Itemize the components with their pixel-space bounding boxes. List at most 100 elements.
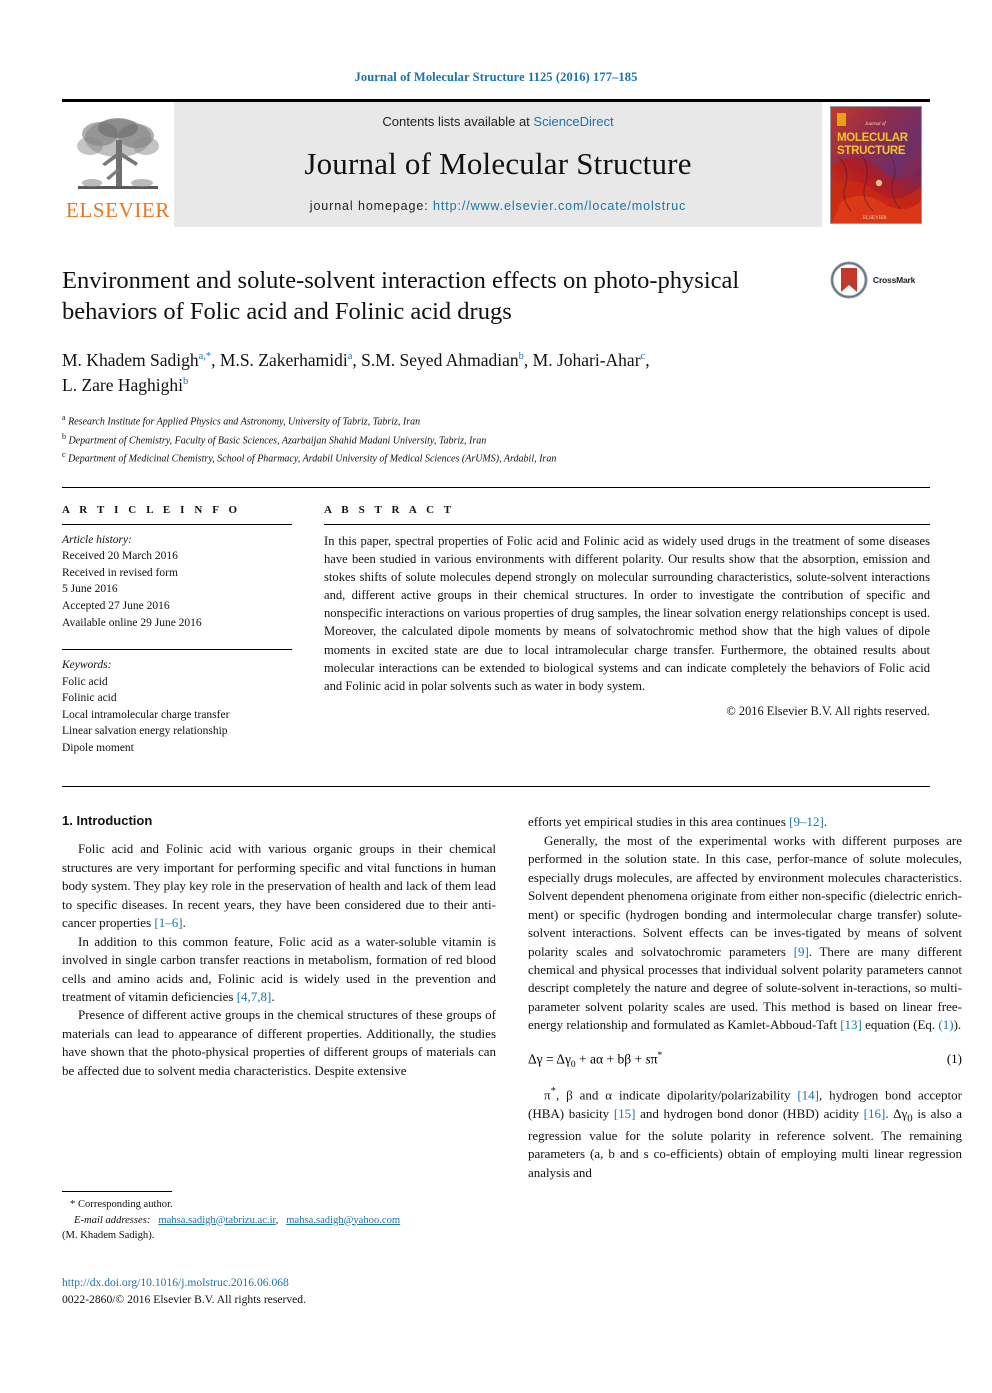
citation-16[interactable]: [16] bbox=[864, 1106, 886, 1121]
journal-cover: Journal of MOLECULAR STRUCTURE ELSEVIER bbox=[822, 102, 930, 227]
footnote-email-label: E-mail addresses: bbox=[74, 1214, 151, 1226]
page-footer: http://dx.doi.org/10.1016/j.molstruc.201… bbox=[62, 1275, 502, 1309]
crossmark-label: CrossMark bbox=[873, 275, 916, 285]
svg-text:Journal of: Journal of bbox=[865, 122, 886, 127]
keyword-2: Local intramolecular charge transfer bbox=[62, 708, 230, 721]
svg-text:STRUCTURE: STRUCTURE bbox=[837, 145, 906, 157]
equation-ref-1[interactable]: (1) bbox=[938, 1017, 953, 1032]
body-left-column: 1. Introduction Folic acid and Folinic a… bbox=[62, 813, 496, 1243]
masthead-center: Contents lists available at ScienceDirec… bbox=[174, 102, 822, 227]
history-item-1: Received in revised form bbox=[62, 566, 178, 579]
history-item-4: Available online 29 June 2016 bbox=[62, 616, 202, 629]
abstract-heading: A B S T R A C T bbox=[324, 503, 455, 516]
citation-9-12[interactable]: [9–12] bbox=[789, 814, 824, 829]
article-history-label: Article history: bbox=[62, 533, 132, 546]
info-abstract-band: A R T I C L E I N F O Article history: R… bbox=[62, 486, 930, 757]
homepage-label: journal homepage: bbox=[309, 199, 433, 213]
author-2: M.S. Zakerhamidi bbox=[219, 349, 348, 370]
corresponding-author-mark[interactable]: ,* bbox=[203, 351, 211, 362]
elsevier-logo: ELSEVIER bbox=[62, 102, 174, 227]
journal-masthead: ELSEVIER Contents lists available at Sci… bbox=[62, 99, 930, 227]
affil-c-mark: c bbox=[62, 449, 66, 459]
cover-artwork-icon: Journal of MOLECULAR STRUCTURE ELSEVIER bbox=[831, 106, 921, 223]
elsevier-tree-icon bbox=[77, 118, 159, 189]
doi-link[interactable]: http://dx.doi.org/10.1016/j.molstruc.201… bbox=[62, 1275, 502, 1292]
affiliation-b-text: Department of Chemistry, Faculty of Basi… bbox=[68, 434, 487, 446]
contents-prefix: Contents lists available at bbox=[382, 114, 534, 129]
article-history: Article history: Received 20 March 2016 … bbox=[62, 532, 292, 631]
affil-a-mark: a bbox=[62, 413, 66, 423]
citation-4-7-8[interactable]: [4,7,8] bbox=[237, 989, 272, 1004]
sciencedirect-link[interactable]: ScienceDirect bbox=[533, 114, 613, 129]
paragraph-right-2: Generally, the most of the experimental … bbox=[528, 832, 962, 1033]
email-link-1[interactable]: mahsa.sadigh@tabrizu.ac.ir bbox=[158, 1215, 275, 1226]
citation-15[interactable]: [15] bbox=[614, 1106, 636, 1121]
abstract-text: In this paper, spectral properties of Fo… bbox=[324, 533, 930, 693]
paragraph-left-1: Folic acid and Folinic acid with various… bbox=[62, 841, 496, 931]
equation-1-number: (1) bbox=[946, 1051, 962, 1067]
keyword-1: Folinic acid bbox=[62, 692, 117, 705]
history-item-3: Accepted 27 June 2016 bbox=[62, 600, 170, 613]
history-item-2: 5 June 2016 bbox=[62, 583, 118, 596]
citation-14[interactable]: [14] bbox=[797, 1087, 819, 1102]
paragraph-left-2: In addition to this common feature, Foli… bbox=[62, 933, 496, 1005]
homepage-url[interactable]: http://www.elsevier.com/locate/molstruc bbox=[433, 199, 686, 213]
article-info-heading: A R T I C L E I N F O bbox=[62, 503, 241, 516]
article-info-rule bbox=[62, 523, 292, 525]
body-right-column: efforts yet empirical studies in this ar… bbox=[528, 813, 962, 1243]
author-3: S.M. Seyed Ahmadian bbox=[361, 349, 519, 370]
page-title: Environment and solute-solvent interacti… bbox=[62, 267, 740, 326]
keyword-3: Linear salvation energy relationship bbox=[62, 725, 228, 738]
history-item-0: Received 20 March 2016 bbox=[62, 550, 178, 563]
footnote-block: * Corresponding author. E-mail addresses… bbox=[62, 1191, 496, 1243]
svg-text:MOLECULAR: MOLECULAR bbox=[837, 132, 909, 144]
footnote-corresponding: * Corresponding author. bbox=[70, 1199, 173, 1211]
journal-title: Journal of Molecular Structure bbox=[304, 146, 692, 181]
affiliation-list: a Research Institute for Applied Physics… bbox=[62, 412, 930, 466]
author-list: M. Khadem Sadigha,*, M.S. Zakerhamidia, … bbox=[62, 349, 650, 396]
affiliation-b: b Department of Chemistry, Faculty of Ba… bbox=[62, 431, 930, 449]
affiliation-c-text: Department of Medicinal Chemistry, Schoo… bbox=[68, 453, 557, 465]
paper-page: Journal of Molecular Structure 1125 (201… bbox=[0, 70, 992, 1393]
footnote-email-owner: (M. Khadem Sadigh). bbox=[62, 1229, 155, 1241]
affil-b-mark: b bbox=[62, 431, 66, 441]
author-5-affil-mark: b bbox=[183, 376, 189, 388]
equation-1-body: Δγ = Δγ0 + aα + bβ + sπ* bbox=[528, 1050, 663, 1071]
svg-text:ELSEVIER: ELSEVIER bbox=[863, 216, 887, 221]
crossmark-badge[interactable]: CrossMark bbox=[830, 257, 930, 303]
elsevier-wordmark: ELSEVIER bbox=[66, 198, 170, 222]
crossmark-icon bbox=[830, 261, 868, 299]
abstract-rule bbox=[324, 523, 930, 525]
issn-copyright: 0022-2860/© 2016 Elsevier B.V. All right… bbox=[62, 1292, 306, 1306]
keyword-4: Dipole moment bbox=[62, 741, 134, 754]
contents-line: Contents lists available at ScienceDirec… bbox=[382, 114, 613, 129]
article-info-column: A R T I C L E I N F O Article history: R… bbox=[62, 504, 292, 757]
keywords-rule bbox=[62, 649, 292, 651]
body-columns: 1. Introduction Folic acid and Folinic a… bbox=[62, 786, 962, 1243]
keywords-label: Keywords: bbox=[62, 659, 112, 672]
author-4: M. Johari-Ahar bbox=[532, 349, 641, 370]
abstract-column: A B S T R A C T In this paper, spectral … bbox=[324, 504, 930, 757]
section-title-introduction: 1. Introduction bbox=[62, 813, 153, 829]
keywords-block: Keywords: Folic acid Folinic acid Local … bbox=[62, 657, 292, 756]
citation-13[interactable]: [13] bbox=[840, 1017, 862, 1032]
equation-1: Δγ = Δγ0 + aα + bβ + sπ* (1) bbox=[528, 1051, 962, 1070]
paragraph-right-3: π*, β and α indicate dipolarity/polariza… bbox=[528, 1085, 963, 1180]
running-head: Journal of Molecular Structure 1125 (201… bbox=[354, 70, 638, 84]
paragraph-right-1: efforts yet empirical studies in this ar… bbox=[528, 814, 828, 830]
citation-9[interactable]: [9] bbox=[794, 944, 809, 959]
affiliation-a: a Research Institute for Applied Physics… bbox=[62, 412, 930, 430]
abstract-copyright: © 2016 Elsevier B.V. All rights reserved… bbox=[726, 703, 930, 718]
footnote-rule bbox=[62, 1191, 172, 1193]
author-5: L. Zare Haghighi bbox=[62, 375, 183, 396]
paragraph-left-3: Presence of different active groups in t… bbox=[62, 1007, 496, 1078]
keyword-0: Folic acid bbox=[62, 675, 108, 688]
affiliation-a-text: Research Institute for Applied Physics a… bbox=[68, 416, 421, 428]
citation-1-6[interactable]: [1–6] bbox=[154, 915, 182, 930]
footnote-emails: E-mail addresses: mahsa.sadigh@tabrizu.a… bbox=[74, 1214, 401, 1226]
journal-cover-image: Journal of MOLECULAR STRUCTURE ELSEVIER bbox=[830, 105, 922, 224]
journal-homepage-line: journal homepage: http://www.elsevier.co… bbox=[310, 199, 686, 213]
title-block: CrossMark Environment and solute-solvent… bbox=[62, 261, 930, 467]
email-link-2[interactable]: mahsa.sadigh@yahoo.com bbox=[286, 1215, 400, 1226]
